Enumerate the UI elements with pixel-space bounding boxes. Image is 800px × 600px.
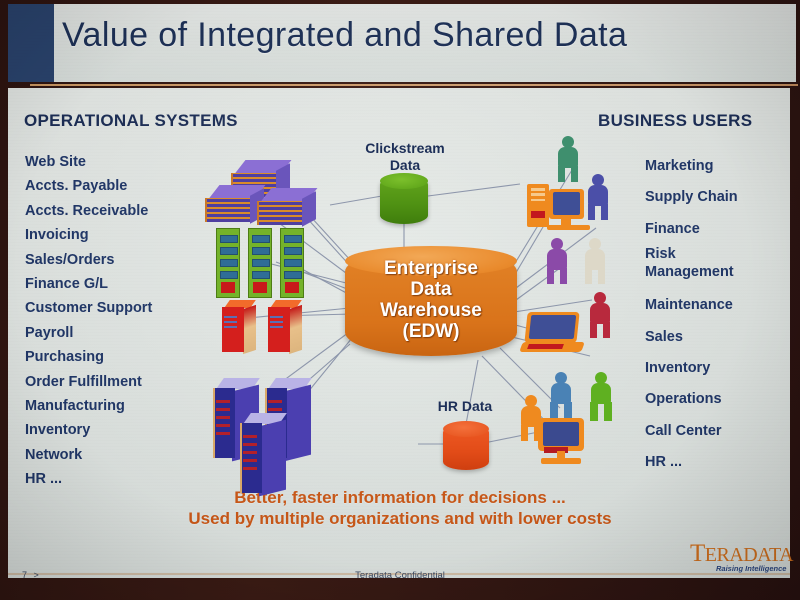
hr-data-label: HR Data [437, 398, 493, 414]
laptop-icon [519, 312, 585, 358]
slide-photo: Value of Integrated and Shared Data OPER… [0, 0, 800, 600]
person-steel-blue-icon [548, 372, 574, 422]
server-rack-green-icon [248, 228, 272, 298]
edw-label: Enterprise Data Warehouse (EDW) [345, 258, 517, 342]
hr-database-icon [443, 421, 489, 470]
person-green-light-icon [588, 372, 614, 422]
person-blue-icon [586, 174, 610, 220]
monitor-icon [538, 418, 584, 464]
server-tower-red-icon [268, 300, 302, 355]
person-purple-icon [545, 238, 569, 284]
person-red-icon [588, 292, 612, 338]
server-rack-green-icon [216, 228, 240, 298]
clickstream-label-line1: Clickstream [365, 140, 445, 156]
person-green-icon [556, 136, 580, 182]
server-rack-green-icon [280, 228, 304, 298]
edw-label-line2: Data [410, 279, 452, 300]
person-beige-icon [583, 238, 607, 284]
edw-label-line1: Enterprise [384, 258, 478, 279]
clickstream-database-icon [380, 173, 428, 224]
workstation-icon [527, 182, 593, 234]
edw-label-line3: Warehouse [380, 300, 482, 321]
edw-label-line4: (EDW) [402, 321, 460, 342]
server-tower-purple-icon [240, 413, 287, 497]
clickstream-label-line2: Data [389, 157, 421, 173]
server-tower-red-icon [222, 300, 256, 355]
clickstream-data-label: Clickstream Data [330, 140, 480, 174]
